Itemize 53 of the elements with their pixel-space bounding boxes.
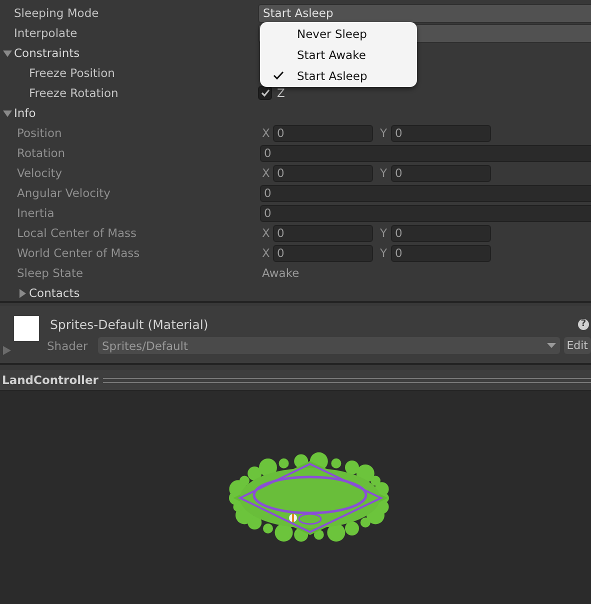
axis-label: Y	[380, 246, 388, 260]
property-label: Sleeping Mode	[14, 6, 99, 20]
foldout-arrow-icon[interactable]	[3, 108, 14, 118]
edit-button[interactable]: Edit	[564, 337, 591, 354]
axis-label: Y	[380, 126, 388, 140]
foldout-arrow-icon[interactable]	[3, 346, 11, 355]
axis-label: Y	[380, 166, 388, 180]
property-label: Freeze Position	[29, 66, 115, 80]
property-label: Velocity	[17, 166, 62, 180]
shader-dropdown[interactable]: Sprites/Default	[98, 337, 560, 354]
property-label: Angular Velocity	[17, 186, 110, 200]
axis-label: Y	[380, 226, 388, 240]
property-label: Freeze Rotation	[29, 86, 118, 100]
number-field[interactable]: 0	[391, 164, 491, 182]
state-value: Awake	[261, 266, 300, 280]
material-preview	[14, 316, 39, 341]
number-field[interactable]: 0	[273, 224, 373, 242]
menu-item[interactable]: Start Asleep	[260, 65, 417, 86]
help-icon[interactable]: ?	[578, 318, 589, 330]
foldout-label[interactable]: Constraints	[14, 46, 80, 60]
number-field[interactable]: 0	[260, 184, 591, 202]
checkbox[interactable]	[258, 86, 272, 100]
foldout-arrow-icon[interactable]	[3, 48, 14, 58]
axis-label: X	[262, 166, 271, 180]
property-label: Local Center of Mass	[17, 226, 137, 240]
property-label: World Center of Mass	[17, 246, 140, 260]
number-field[interactable]: 0	[391, 224, 491, 242]
foldout-label[interactable]: Info	[14, 106, 36, 120]
axis-label: X	[262, 226, 271, 240]
axis-label: X	[262, 246, 271, 260]
number-field[interactable]: 0	[391, 244, 491, 262]
number-field[interactable]: 0	[260, 144, 591, 162]
number-field[interactable]: 0	[391, 124, 491, 142]
component-title: LandController	[2, 373, 98, 387]
property-label: Inertia	[17, 206, 54, 220]
property-label: Rotation	[17, 146, 66, 160]
material-name: Sprites-Default (Material)	[50, 316, 210, 332]
foldout-label[interactable]: Contacts	[29, 286, 80, 300]
number-field[interactable]: 0	[273, 244, 373, 262]
axis-label: X	[262, 126, 271, 140]
property-label: Sleep State	[17, 266, 84, 280]
caret-icon	[546, 342, 556, 348]
menu-item[interactable]: Never Sleep	[260, 23, 417, 44]
property-label: Position	[17, 126, 62, 140]
checkbox-label: Z	[277, 86, 285, 100]
menu-item[interactable]: Start Awake	[260, 44, 417, 65]
number-field[interactable]: 0	[260, 204, 591, 222]
number-field[interactable]: 0	[273, 164, 373, 182]
number-field[interactable]: 0	[273, 124, 373, 142]
shader-label: Shader	[47, 338, 89, 352]
property-label: Interpolate	[14, 26, 78, 40]
dropdown-field[interactable]: Start Asleep	[258, 4, 591, 22]
check-icon	[260, 89, 270, 97]
